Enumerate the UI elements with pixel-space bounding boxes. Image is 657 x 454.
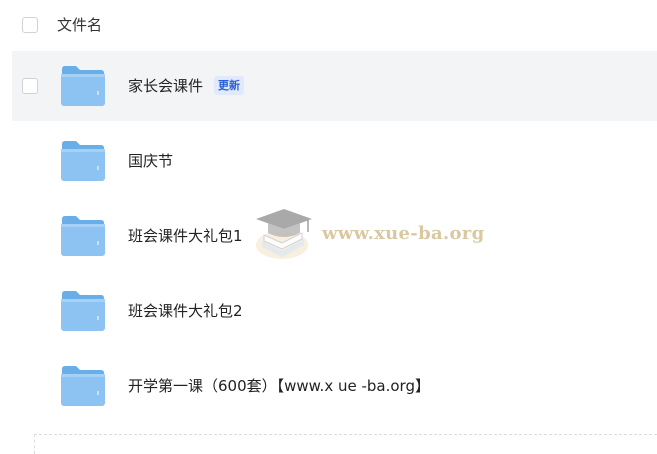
- filename-column-header[interactable]: 文件名: [57, 15, 102, 35]
- row-checkbox[interactable]: [22, 78, 38, 94]
- file-name[interactable]: 开学第一课（600套）【www.x ue -ba.org】: [128, 376, 430, 396]
- file-name[interactable]: 班会课件大礼包2: [128, 301, 243, 321]
- file-name[interactable]: 国庆节: [128, 151, 173, 171]
- folder-icon: [60, 290, 106, 332]
- folder-icon: [60, 215, 106, 257]
- file-row[interactable]: 开学第一课（600套）【www.x ue -ba.org】: [12, 351, 657, 421]
- file-name[interactable]: 班会课件大礼包1: [128, 226, 243, 246]
- file-name[interactable]: 家长会课件: [128, 76, 203, 96]
- file-row[interactable]: 班会课件大礼包1: [12, 201, 657, 271]
- folder-icon: [60, 365, 106, 407]
- file-row[interactable]: 家长会课件 更新: [12, 51, 657, 121]
- drop-zone-border: [34, 434, 657, 454]
- folder-icon: [60, 140, 106, 182]
- select-all-checkbox[interactable]: [22, 17, 38, 33]
- file-list-header: 文件名: [0, 0, 657, 50]
- folder-icon: [60, 65, 106, 107]
- file-row[interactable]: 班会课件大礼包2: [12, 276, 657, 346]
- file-row[interactable]: 国庆节: [12, 126, 657, 196]
- updated-badge: 更新: [214, 76, 244, 95]
